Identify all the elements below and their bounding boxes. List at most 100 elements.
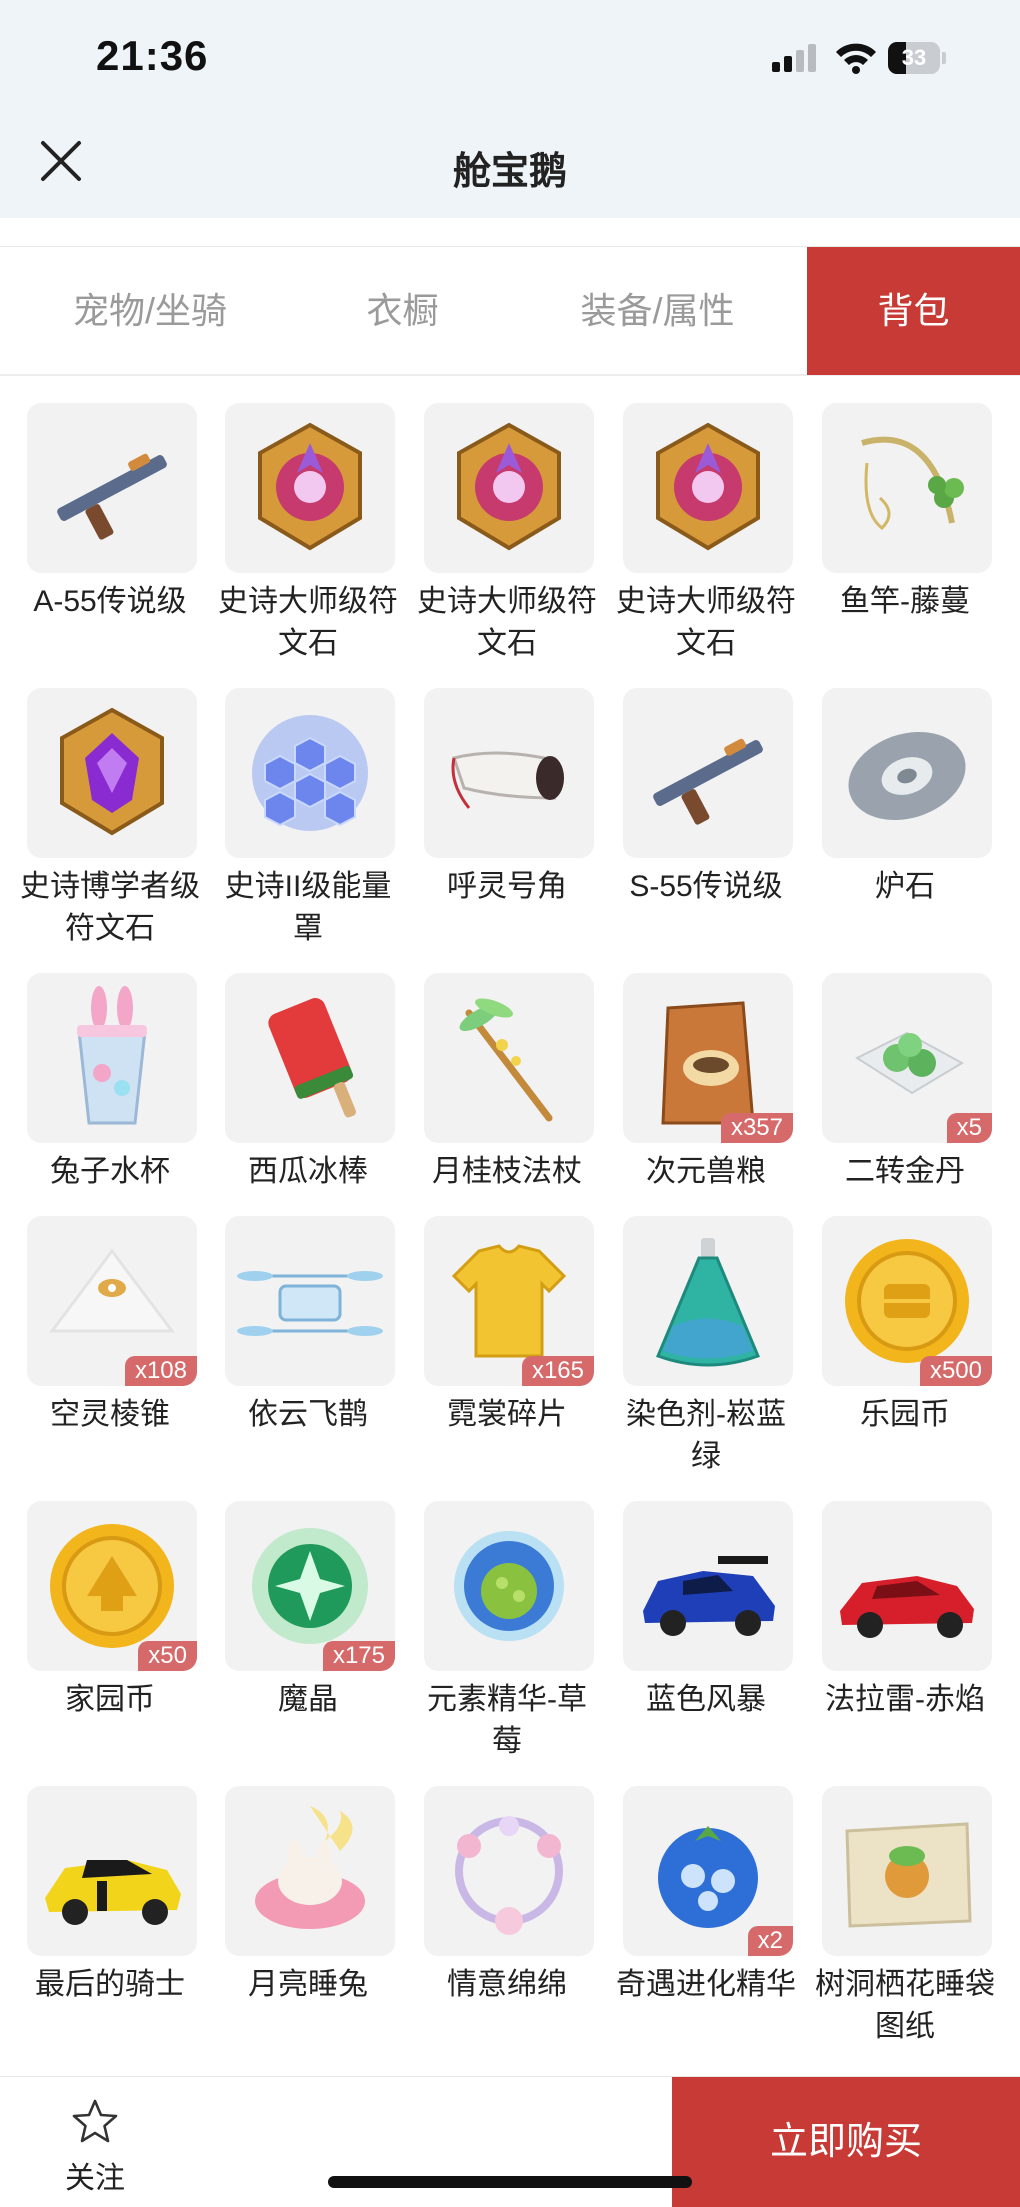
backpack-item[interactable]: x175 魔晶: [218, 1501, 398, 1721]
item-thumbnail: [225, 1216, 395, 1386]
item-name: 次元兽粮: [646, 1155, 766, 1188]
wifi-icon: [836, 43, 876, 74]
quantity-badge: x357: [720, 1113, 793, 1143]
quantity-badge: x175: [322, 1641, 395, 1671]
item-thumbnail: [27, 403, 197, 573]
item-name: 二转金丹: [845, 1155, 965, 1188]
rune-stone-icon: [656, 422, 760, 551]
backpack-item[interactable]: 史诗博学者级符文石: [20, 688, 200, 950]
item-thumbnail: [424, 1501, 594, 1671]
item-thumbnail: [822, 688, 992, 858]
item-thumbnail: [822, 403, 992, 573]
item-name: 元素精华-草莓: [427, 1683, 587, 1758]
horn-icon: [451, 751, 564, 809]
item-thumbnail: [822, 1501, 992, 1671]
tab-equipment[interactable]: 装备/属性: [540, 247, 775, 375]
item-thumbnail: [225, 1786, 395, 1956]
backpack-item[interactable]: x500 乐园币: [815, 1216, 995, 1436]
gun-icon: [653, 738, 763, 825]
backpack-item[interactable]: x357 次元兽粮: [616, 973, 796, 1193]
item-grid: A-55传说级 史诗大师级符文石 史诗大师级符文石 史诗大师级符文石 鱼竿-藤蔓 史诗博学…: [0, 376, 1020, 2076]
page-title: 舱宝鹅: [452, 151, 567, 193]
item-name: S-55传说级: [629, 870, 783, 903]
backpack-item[interactable]: 蓝色风暴: [616, 1501, 796, 1721]
backpack-item[interactable]: 史诗大师级符文石: [616, 403, 796, 665]
backpack-item[interactable]: 兔子水杯: [20, 973, 200, 1193]
item-name: 史诗大师级符文石: [218, 585, 398, 660]
backpack-item[interactable]: 情意绵绵: [417, 1786, 597, 2006]
essence-orb-icon: [454, 1531, 564, 1641]
buy-now-button[interactable]: 立即购买: [672, 2077, 1020, 2207]
signal-icon: [772, 44, 818, 72]
hearthstone-icon: [848, 731, 966, 821]
backpack-item[interactable]: 西瓜冰棒: [218, 973, 398, 1193]
backpack-item[interactable]: x2 奇遇进化精华: [616, 1786, 796, 2006]
item-thumbnail: [424, 973, 594, 1143]
backpack-item[interactable]: 树洞栖花睡袋图纸: [815, 1786, 995, 2048]
backpack-item[interactable]: 月亮睡兔: [218, 1786, 398, 2006]
popsicle-icon: [268, 998, 357, 1118]
tab-bar: 宠物/坐骑 衣橱 装备/属性 背包: [0, 246, 1020, 376]
item-thumbnail: x2: [623, 1786, 793, 1956]
drone-icon: [237, 1271, 383, 1336]
tab-wardrobe[interactable]: 衣橱: [280, 247, 525, 375]
backpack-item[interactable]: 最后的骑士: [20, 1786, 200, 2006]
yellow-car-icon: [45, 1860, 181, 1925]
rune-stone-icon: [457, 422, 561, 551]
item-thumbnail: [424, 688, 594, 858]
backpack-item[interactable]: 炉石: [815, 688, 995, 908]
backpack-item[interactable]: 鱼竿-藤蔓: [815, 403, 995, 623]
item-name: 兔子水杯: [50, 1155, 170, 1188]
item-thumbnail: [225, 403, 395, 573]
item-thumbnail: [27, 688, 197, 858]
quantity-badge: x50: [138, 1641, 197, 1671]
item-name: 史诗大师级符文石: [417, 585, 597, 660]
backpack-item[interactable]: 史诗大师级符文石: [218, 403, 398, 665]
backpack-item[interactable]: x50 家园币: [20, 1501, 200, 1721]
item-name: 炉石: [875, 870, 935, 903]
backpack-item[interactable]: 呼灵号角: [417, 688, 597, 908]
quantity-badge: x108: [124, 1356, 197, 1386]
status-time: 21:36: [96, 32, 209, 79]
floral-frame-icon: [455, 1816, 563, 1935]
backpack-item[interactable]: 史诗大师级符文石: [417, 403, 597, 665]
battery-level: 33: [901, 45, 927, 70]
backpack-item[interactable]: 元素精华-草莓: [417, 1501, 597, 1763]
item-thumbnail: x108: [27, 1216, 197, 1386]
item-thumbnail: [424, 1786, 594, 1956]
backpack-item[interactable]: 染色剂-崧蓝绿: [616, 1216, 796, 1478]
item-thumbnail: [623, 403, 793, 573]
item-name: 鱼竿-藤蔓: [840, 585, 970, 618]
sleeping-bunny-icon: [255, 1806, 365, 1929]
item-thumbnail: x50: [27, 1501, 197, 1671]
blue-car-icon: [643, 1556, 775, 1636]
item-name: 西瓜冰棒: [248, 1155, 368, 1188]
item-thumbnail: [623, 1216, 793, 1386]
backpack-item[interactable]: 依云飞鹊: [218, 1216, 398, 1436]
item-thumbnail: x175: [225, 1501, 395, 1671]
backpack-item[interactable]: A-55传说级: [20, 403, 200, 623]
item-name: 依云飞鹊: [248, 1398, 368, 1431]
item-name: 情意绵绵: [447, 1968, 567, 2001]
backpack-item[interactable]: x5 二转金丹: [815, 973, 995, 1193]
item-name: 家园币: [65, 1683, 155, 1716]
item-thumbnail: x357: [623, 973, 793, 1143]
backpack-item[interactable]: x165 霓裳碎片: [417, 1216, 597, 1436]
home-indicator: [328, 2176, 692, 2188]
item-name: 蓝色风暴: [646, 1683, 766, 1716]
backpack-item[interactable]: 月桂枝法杖: [417, 973, 597, 1193]
backpack-item[interactable]: 史诗II级能量罩: [218, 688, 398, 950]
favorite-button[interactable]: 关注: [40, 2097, 150, 2197]
item-name: 最后的骑士: [35, 1968, 185, 2001]
tab-backpack[interactable]: 背包: [807, 247, 1020, 375]
item-thumbnail: x500: [822, 1216, 992, 1386]
staff-icon: [459, 998, 553, 1122]
backpack-item[interactable]: S-55传说级: [616, 688, 796, 908]
red-car-icon: [840, 1576, 974, 1638]
item-thumbnail: [424, 403, 594, 573]
item-name: 呼灵号角: [447, 870, 567, 903]
backpack-item[interactable]: x108 空灵棱锥: [20, 1216, 200, 1436]
backpack-item[interactable]: 法拉雷-赤焰: [815, 1501, 995, 1721]
tab-pets-mounts[interactable]: 宠物/坐骑: [20, 247, 280, 375]
gun-icon: [57, 453, 167, 540]
